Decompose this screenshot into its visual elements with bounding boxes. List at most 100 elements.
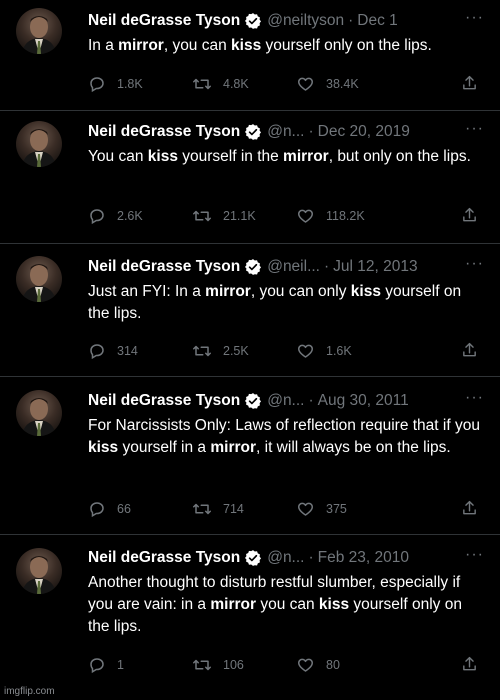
- tweet-text-run: , you can: [163, 37, 232, 54]
- avatar[interactable]: [16, 8, 62, 54]
- retweet-button[interactable]: 21.1K: [192, 207, 296, 225]
- watermark: imgflip.com: [4, 686, 55, 697]
- reply-icon: [90, 344, 104, 360]
- tweet-date[interactable]: Aug 30, 2011: [318, 391, 409, 411]
- tweet-date[interactable]: Feb 23, 2010: [318, 548, 409, 568]
- avatar-image: [22, 264, 56, 302]
- avatar[interactable]: [16, 548, 62, 594]
- like-count: 375: [326, 502, 347, 516]
- more-options-icon[interactable]: ···: [465, 546, 484, 564]
- tweet-text-run: , it will always be on the lips.: [256, 439, 451, 456]
- tweet-text-run: In a: [88, 37, 119, 54]
- tweet-text-run: you can: [256, 596, 319, 613]
- avatar[interactable]: [16, 390, 62, 436]
- share-button[interactable]: [461, 206, 478, 227]
- like-button[interactable]: 80: [296, 656, 400, 674]
- author-handle[interactable]: @n...: [267, 122, 304, 142]
- highlighted-keyword: mirror: [118, 37, 164, 54]
- separator-dot: ·: [308, 392, 314, 409]
- avatar[interactable]: [16, 256, 62, 302]
- tweet-date[interactable]: Jul 12, 2013: [333, 257, 417, 277]
- share-button[interactable]: [461, 499, 478, 520]
- highlighted-keyword: mirror: [210, 439, 257, 456]
- highlighted-keyword: mirror: [205, 283, 251, 300]
- share-button[interactable]: [461, 74, 478, 95]
- reply-count: 1.8K: [117, 77, 143, 91]
- tweet-date[interactable]: Dec 1: [357, 11, 398, 31]
- reply-button[interactable]: 1: [88, 656, 192, 674]
- retweet-icon: [193, 210, 211, 222]
- highlighted-keyword: kiss: [88, 439, 119, 456]
- heart-icon: [298, 77, 313, 91]
- reply-count: 2.6K: [117, 209, 143, 223]
- retweet-button[interactable]: 106: [192, 656, 296, 674]
- share-button[interactable]: [461, 341, 478, 362]
- separator-dot: ·: [308, 123, 314, 140]
- more-options-icon[interactable]: ···: [465, 9, 484, 27]
- author-handle[interactable]: @n...: [267, 548, 304, 568]
- reply-count: 1: [117, 658, 124, 672]
- more-options-icon[interactable]: ···: [465, 389, 484, 407]
- reply-icon: [90, 658, 104, 674]
- tweet-header: Neil deGrasse Tyson @n... · Dec 20, 2019: [88, 122, 486, 142]
- highlighted-keyword: mirror: [283, 148, 329, 165]
- tweet-text-run: , but only on the lips.: [328, 148, 471, 165]
- reply-button[interactable]: 1.8K: [88, 75, 192, 93]
- tweet-text-run: yourself in the: [177, 148, 284, 165]
- avatar[interactable]: [16, 121, 62, 167]
- author-name[interactable]: Neil deGrasse Tyson: [88, 548, 240, 568]
- author-name[interactable]: Neil deGrasse Tyson: [88, 257, 240, 277]
- retweet-icon: [193, 503, 211, 515]
- tweet-text-run: Just an FYI: In a: [88, 283, 206, 300]
- avatar-image: [22, 129, 56, 167]
- tweet[interactable]: Neil deGrasse Tyson @neiltyson · Dec 1 ·…: [0, 0, 500, 111]
- tweet-actions: 314 2.5K 1.6K: [88, 341, 478, 361]
- reply-button[interactable]: 2.6K: [88, 207, 192, 225]
- retweet-button[interactable]: 2.5K: [192, 342, 296, 360]
- author-name[interactable]: Neil deGrasse Tyson: [88, 391, 240, 411]
- retweet-button[interactable]: 714: [192, 500, 296, 518]
- more-options-icon[interactable]: ···: [465, 120, 484, 138]
- tweet-header: Neil deGrasse Tyson @n... · Aug 30, 2011: [88, 391, 486, 411]
- author-handle[interactable]: @neiltyson: [267, 11, 344, 31]
- tweet-actions: 1.8K 4.8K 38.4K: [88, 74, 478, 94]
- reply-button[interactable]: 66: [88, 500, 192, 518]
- tweet[interactable]: Neil deGrasse Tyson @n... · Dec 20, 2019…: [0, 111, 500, 244]
- tweet[interactable]: Neil deGrasse Tyson @n... · Aug 30, 2011…: [0, 377, 500, 535]
- more-options-icon[interactable]: ···: [465, 255, 484, 273]
- like-count: 38.4K: [326, 77, 359, 91]
- verified-badge-icon: [245, 259, 262, 275]
- like-button[interactable]: 38.4K: [296, 75, 400, 93]
- author-handle[interactable]: @neil...: [267, 257, 320, 277]
- tweet-feed: Neil deGrasse Tyson @neiltyson · Dec 1 ·…: [0, 0, 500, 700]
- tweet-header: Neil deGrasse Tyson @neiltyson · Dec 1: [88, 11, 486, 31]
- reply-button[interactable]: 314: [88, 342, 192, 360]
- share-button[interactable]: [461, 655, 478, 676]
- heart-icon: [298, 344, 313, 358]
- share-icon: [463, 500, 476, 514]
- retweet-button[interactable]: 4.8K: [192, 75, 296, 93]
- tweet[interactable]: Neil deGrasse Tyson @n... · Feb 23, 2010…: [0, 535, 500, 700]
- tweet-text: In a mirror, you can kiss yourself only …: [88, 35, 486, 57]
- reply-count: 66: [117, 502, 131, 516]
- retweet-count: 4.8K: [223, 77, 249, 91]
- retweet-count: 21.1K: [223, 209, 256, 223]
- author-handle[interactable]: @n...: [267, 391, 304, 411]
- like-button[interactable]: 118.2K: [296, 207, 400, 225]
- retweet-icon: [193, 78, 211, 90]
- like-button[interactable]: 375: [296, 500, 400, 518]
- like-button[interactable]: 1.6K: [296, 342, 400, 360]
- tweet[interactable]: Neil deGrasse Tyson @neil... · Jul 12, 2…: [0, 244, 500, 377]
- heart-icon: [298, 502, 313, 516]
- tweet-date[interactable]: Dec 20, 2019: [318, 122, 410, 142]
- retweet-icon: [193, 345, 211, 357]
- author-name[interactable]: Neil deGrasse Tyson: [88, 122, 240, 142]
- avatar-image: [22, 16, 56, 54]
- verified-badge-icon: [245, 550, 262, 566]
- highlighted-keyword: kiss: [147, 148, 178, 165]
- author-name[interactable]: Neil deGrasse Tyson: [88, 11, 240, 31]
- reply-icon: [90, 502, 104, 518]
- tweet-text-run: You can: [88, 148, 148, 165]
- tweet-header: Neil deGrasse Tyson @neil... · Jul 12, 2…: [88, 257, 486, 277]
- verified-badge-icon: [245, 393, 262, 409]
